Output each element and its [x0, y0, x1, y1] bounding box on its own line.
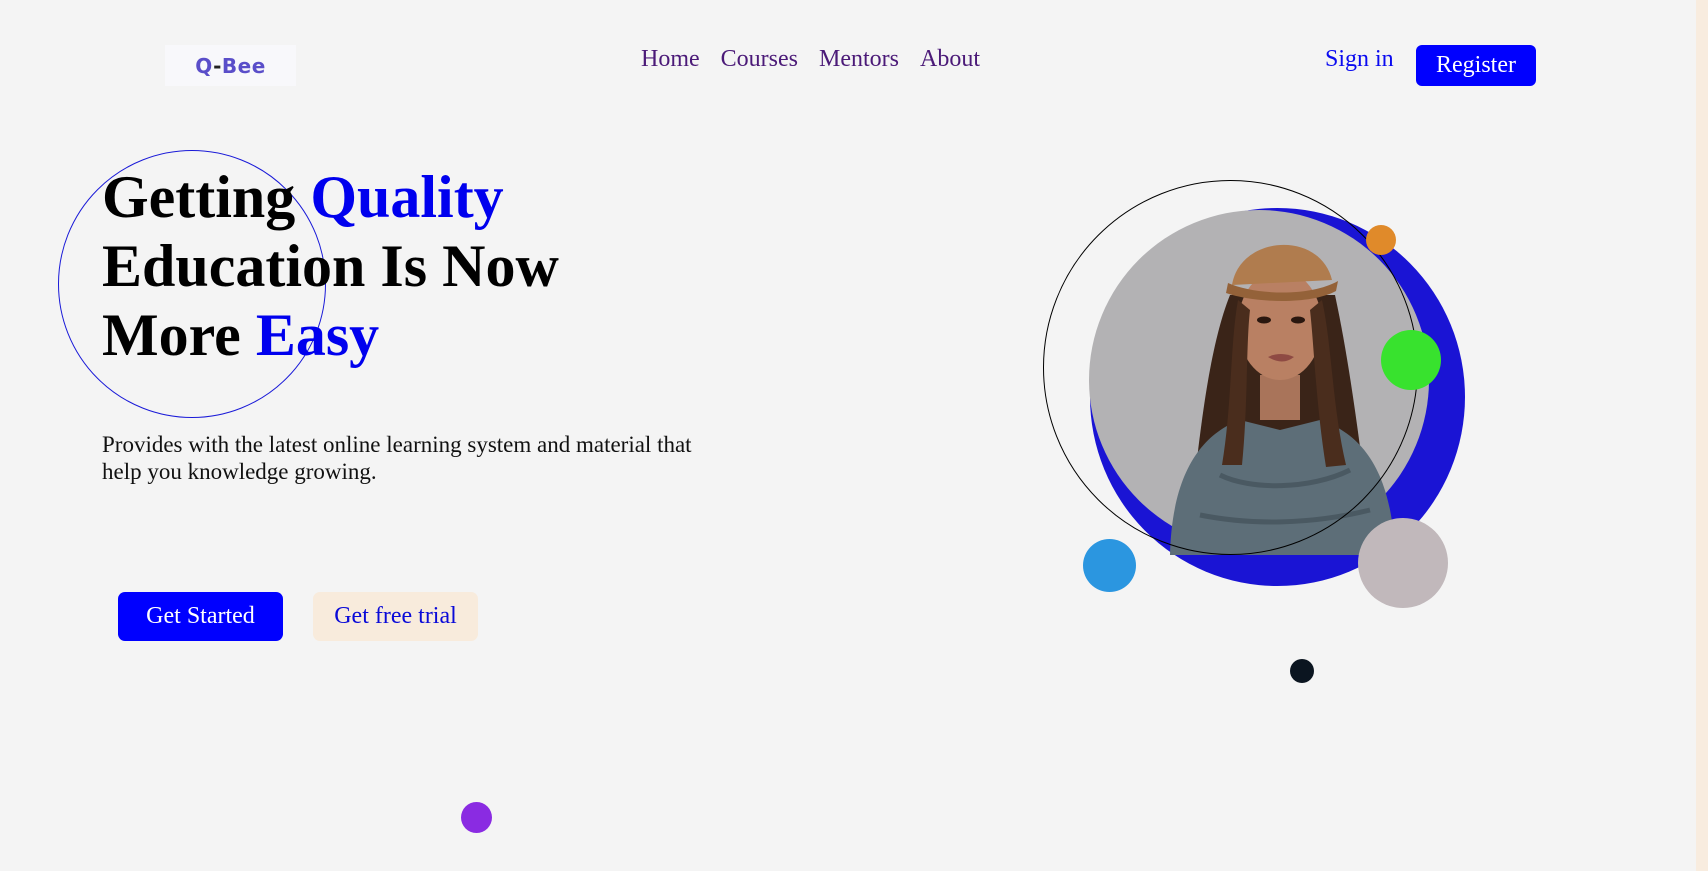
decorative-dot-blue	[1083, 539, 1136, 592]
decorative-dot-purple	[461, 802, 492, 833]
headline-accent-easy: Easy	[255, 302, 380, 368]
decorative-dot-navy	[1290, 659, 1314, 683]
nav-about-link[interactable]: About	[920, 44, 980, 74]
hero-headline: Getting Quality Education Is Now More Easy	[102, 163, 559, 370]
scrollbar-track[interactable]	[1696, 0, 1708, 871]
headline-text: Getting	[102, 164, 311, 230]
sign-in-link[interactable]: Sign in	[1325, 44, 1394, 74]
nav-courses-link[interactable]: Courses	[721, 44, 798, 74]
landing-page: Q-Bee Home Courses Mentors About Sign in…	[0, 0, 1696, 871]
nav-mentors-link[interactable]: Mentors	[819, 44, 899, 74]
main-nav: Home Courses Mentors About	[641, 44, 980, 74]
get-started-button[interactable]: Get Started	[118, 592, 283, 641]
outline-ring	[1043, 180, 1418, 555]
headline-text: Education Is Now	[102, 233, 559, 299]
register-button[interactable]: Register	[1416, 45, 1536, 86]
headline-accent-quality: Quality	[310, 164, 504, 230]
headline-text: More	[102, 302, 256, 368]
decorative-dot-orange	[1366, 225, 1396, 255]
hero-subtext: Provides with the latest online learning…	[102, 432, 692, 484]
free-trial-button[interactable]: Get free trial	[313, 592, 478, 641]
decorative-dot-green	[1381, 330, 1441, 390]
decorative-dot-grey	[1358, 518, 1448, 608]
nav-home-link[interactable]: Home	[641, 44, 700, 74]
logo[interactable]: Q-Bee	[165, 45, 296, 86]
logo-wordmark: Q-Bee	[195, 53, 266, 78]
